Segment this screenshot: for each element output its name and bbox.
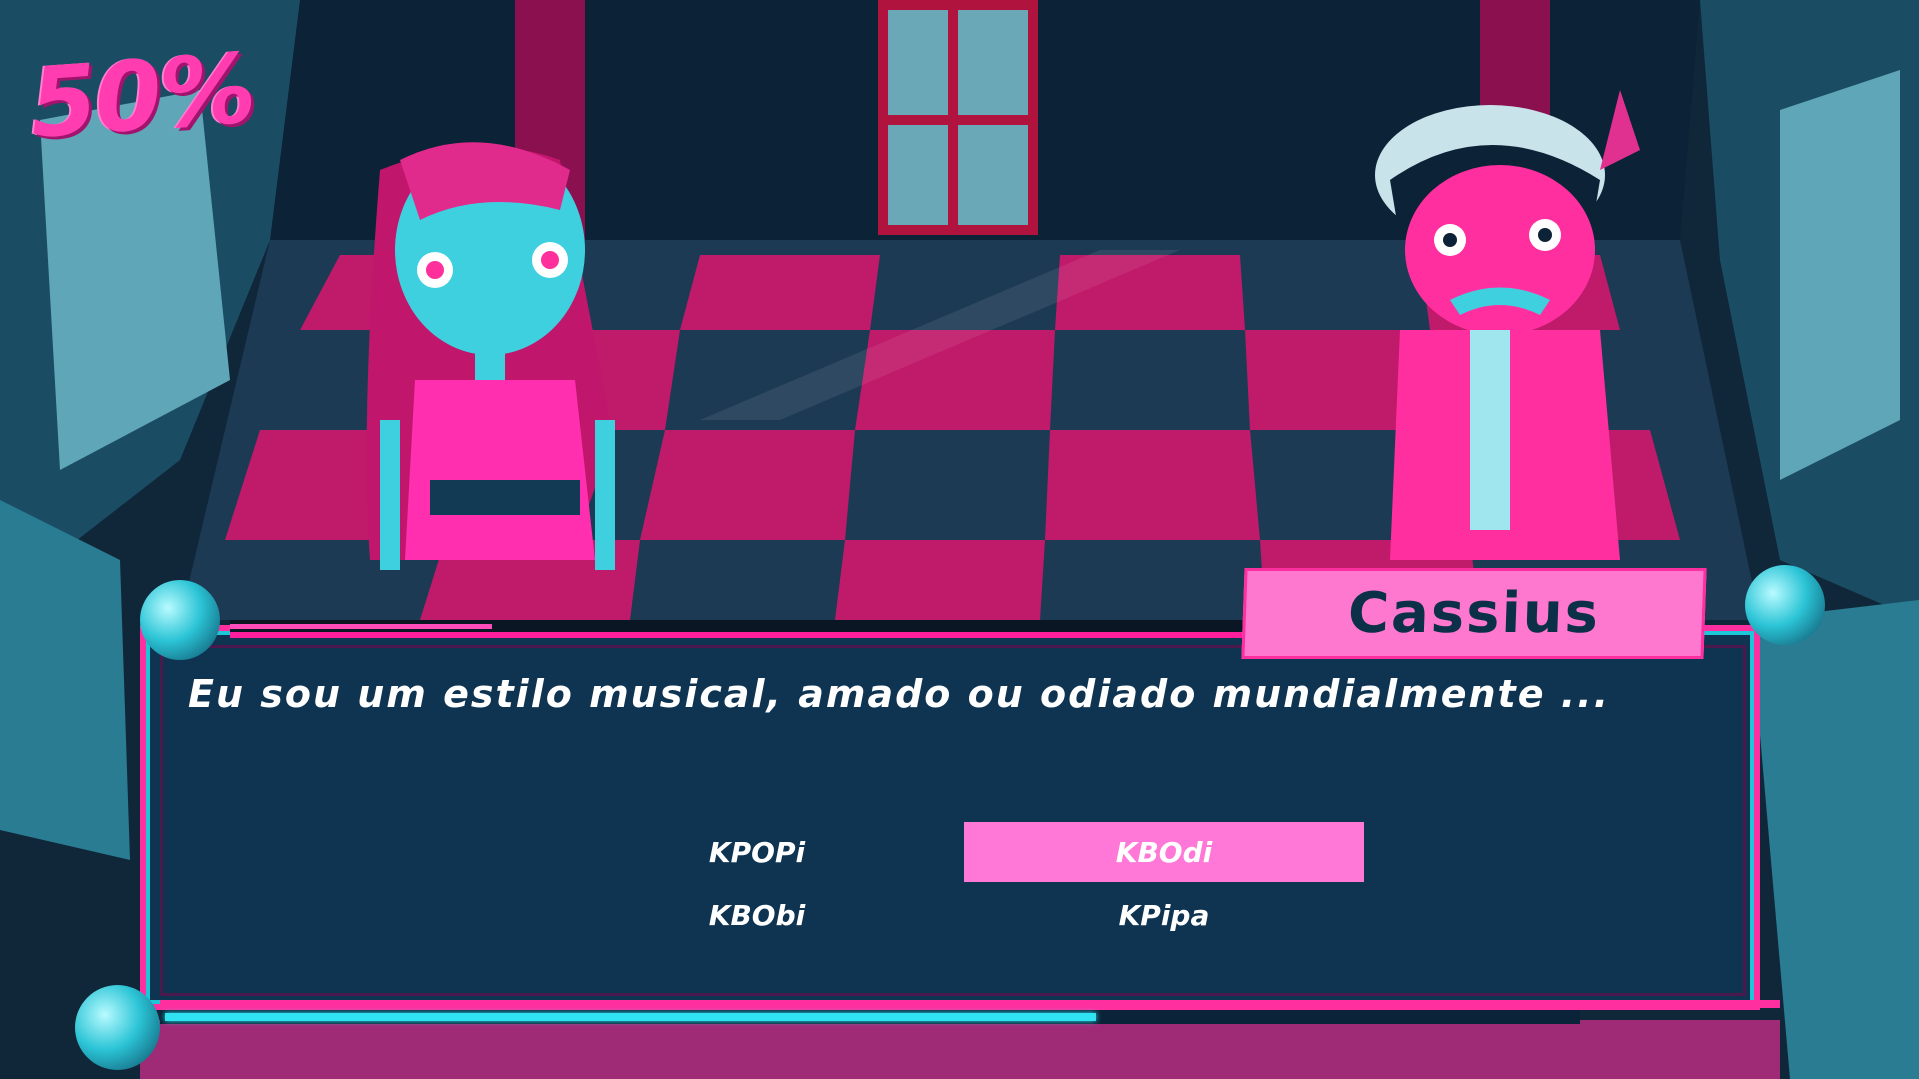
corner-orb-top-left xyxy=(140,580,220,660)
corner-orb-top-right xyxy=(1745,565,1825,645)
timer-bar-fill xyxy=(165,1013,1096,1021)
speaker-name: Cassius xyxy=(1346,581,1602,646)
choice-option-3[interactable]: KBObi xyxy=(557,885,957,945)
speaker-name-tag: Cassius xyxy=(1241,568,1707,659)
dialog-bottom-accent xyxy=(160,1000,1780,1008)
choice-option-1[interactable]: KPOPi xyxy=(557,822,957,882)
choice-option-2[interactable]: KBOdi xyxy=(964,822,1364,882)
dialog-top-accent xyxy=(230,632,1245,638)
progress-percentage: 50% xyxy=(26,32,258,160)
dialog-line: Eu sou um estilo musical, amado ou odiad… xyxy=(188,672,1611,716)
choice-option-4[interactable]: KPipa xyxy=(964,885,1364,945)
corner-orb-bottom-left xyxy=(75,985,160,1070)
dialog-top-bar-fill xyxy=(230,624,492,629)
